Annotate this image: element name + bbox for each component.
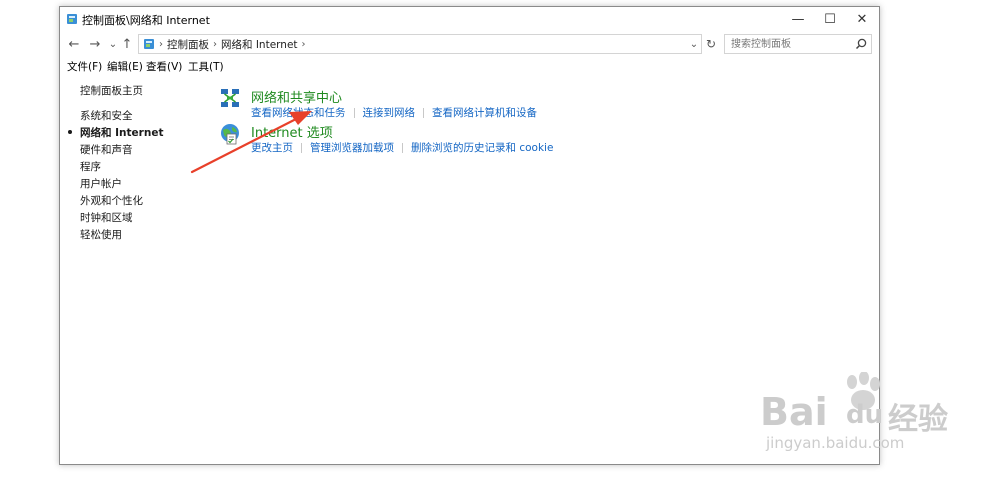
breadcrumb-separator[interactable]: › [302, 39, 306, 50]
forward-button[interactable]: → [86, 35, 104, 53]
sidebar-item-appearance[interactable]: 外观和个性化 [80, 193, 143, 208]
menu-view[interactable]: 查看(V) [146, 59, 182, 74]
title-bar: 控制面板\网络和 Internet — ☐ ✕ [60, 7, 879, 31]
category-links: 更改主页 管理浏览器加载项 删除浏览的历史记录和 cookie [251, 140, 553, 155]
breadcrumb-separator[interactable]: › [213, 39, 217, 50]
close-button[interactable]: ✕ [845, 7, 879, 31]
sidebar-item-programs[interactable]: 程序 [80, 159, 101, 174]
link-change-homepage[interactable]: 更改主页 [251, 140, 293, 155]
link-manage-addons[interactable]: 管理浏览器加载项 [310, 140, 394, 155]
refresh-button[interactable]: ↻ [704, 35, 718, 53]
sidebar-item-user-accounts[interactable]: 用户帐户 [80, 176, 122, 191]
search-input[interactable] [725, 35, 865, 53]
link-divider [301, 142, 302, 153]
address-bar[interactable]: › 控制面板 › 网络和 Internet › ⌄ [138, 34, 702, 54]
chevron-down-icon[interactable]: ⌄ [687, 35, 701, 53]
maximize-button[interactable]: ☐ [813, 7, 847, 31]
breadcrumb-control-panel[interactable]: 控制面板 [167, 37, 209, 52]
back-button[interactable]: ← [65, 35, 83, 53]
watermark-cn: 经验 [888, 402, 948, 437]
control-panel-window: 控制面板\网络和 Internet — ☐ ✕ ← → ⌄ ↑ › 控制面板 ›… [59, 6, 880, 465]
watermark-url: jingyan.baidu.com [766, 434, 905, 452]
sidebar-item-clock-region[interactable]: 时钟和区域 [80, 210, 133, 225]
menu-tools[interactable]: 工具(T) [188, 59, 224, 74]
window-title: 控制面板\网络和 Internet [82, 14, 210, 27]
link-divider [353, 107, 355, 118]
link-delete-history[interactable]: 删除浏览的历史记录和 cookie [411, 140, 553, 155]
breadcrumb-network-internet[interactable]: 网络和 Internet [221, 37, 298, 52]
internet-options-icon [221, 124, 239, 145]
link-divider [402, 142, 403, 153]
control-panel-icon [144, 39, 154, 49]
category-links: 查看网络状态和任务 连接到网络 查看网络计算机和设备 [251, 105, 537, 120]
search-box[interactable] [724, 34, 872, 54]
link-view-network-computers[interactable]: 查看网络计算机和设备 [432, 105, 537, 120]
address-row: ← → ⌄ ↑ › 控制面板 › 网络和 Internet › ⌄ ↻ [60, 33, 879, 57]
menu-file[interactable]: 文件(F) [67, 59, 102, 74]
sidebar-item-hardware-sound[interactable]: 硬件和声音 [80, 142, 133, 157]
link-view-network-status[interactable]: 查看网络状态和任务 [251, 105, 346, 120]
sidebar-item-home[interactable]: 控制面板主页 [80, 83, 143, 98]
link-connect-to-network[interactable]: 连接到网络 [363, 105, 416, 120]
sidebar-item-system-security[interactable]: 系统和安全 [80, 108, 133, 123]
minimize-button[interactable]: — [781, 7, 815, 31]
baidu-watermark: Bai du 经验 jingyan.baidu.com [760, 372, 970, 462]
sidebar-item-label: 网络和 Internet [80, 127, 164, 139]
category-title[interactable]: 网络和共享中心 [251, 87, 342, 106]
current-page-bullet [68, 130, 72, 134]
menu-bar: 文件(F) 编辑(E) 查看(V) 工具(T) [60, 58, 879, 74]
category-title[interactable]: Internet 选项 [251, 122, 333, 141]
menu-edit[interactable]: 编辑(E) [107, 59, 143, 74]
sidebar-item-ease-of-access[interactable]: 轻松使用 [80, 227, 122, 242]
network-sharing-icon [221, 89, 239, 107]
breadcrumb-separator: › [159, 38, 163, 50]
up-button[interactable]: ↑ [118, 35, 136, 53]
search-icon[interactable] [854, 37, 868, 51]
watermark-brand: Bai [760, 390, 828, 434]
watermark-brand-du: du [846, 400, 884, 430]
link-divider [423, 107, 424, 118]
control-panel-icon [67, 14, 77, 24]
sidebar-item-network-internet[interactable]: 网络和 Internet [68, 125, 164, 140]
